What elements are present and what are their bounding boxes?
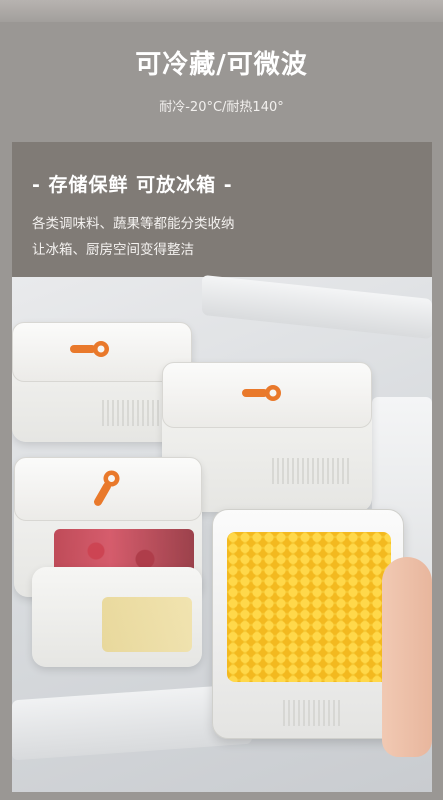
feature-header: - 存储保鲜 可放冰箱 - 各类调味料、蔬果等都能分类收纳 让冰箱、厨房空间变得… xyxy=(12,142,432,277)
container-vents xyxy=(272,458,352,484)
feature-panel: - 存储保鲜 可放冰箱 - 各类调味料、蔬果等都能分类收纳 让冰箱、厨房空间变得… xyxy=(12,142,432,792)
feature-description-line1: 各类调味料、蔬果等都能分类收纳 xyxy=(32,216,235,232)
top-photo-strip xyxy=(0,0,443,22)
container-contents-yellow xyxy=(102,597,192,652)
temperature-subtitle: 耐冷-20°C/耐热140° xyxy=(159,100,284,115)
headline-title: 可冷藏/可微波 xyxy=(135,50,308,80)
hand xyxy=(382,557,432,757)
feature-title: - 存储保鲜 可放冰箱 - xyxy=(32,174,233,196)
corn-kernels xyxy=(227,532,391,682)
storage-container-bottom-left xyxy=(32,567,202,667)
lid-vent-key-icon xyxy=(242,385,281,401)
lid-vent-key-icon xyxy=(70,341,109,357)
basket-vents xyxy=(283,700,343,726)
product-photo xyxy=(12,274,432,792)
feature-description-line2: 让冰箱、厨房空间变得整洁 xyxy=(32,242,194,258)
fridge-shelf-top xyxy=(202,274,432,340)
drain-basket-with-corn xyxy=(212,509,404,739)
